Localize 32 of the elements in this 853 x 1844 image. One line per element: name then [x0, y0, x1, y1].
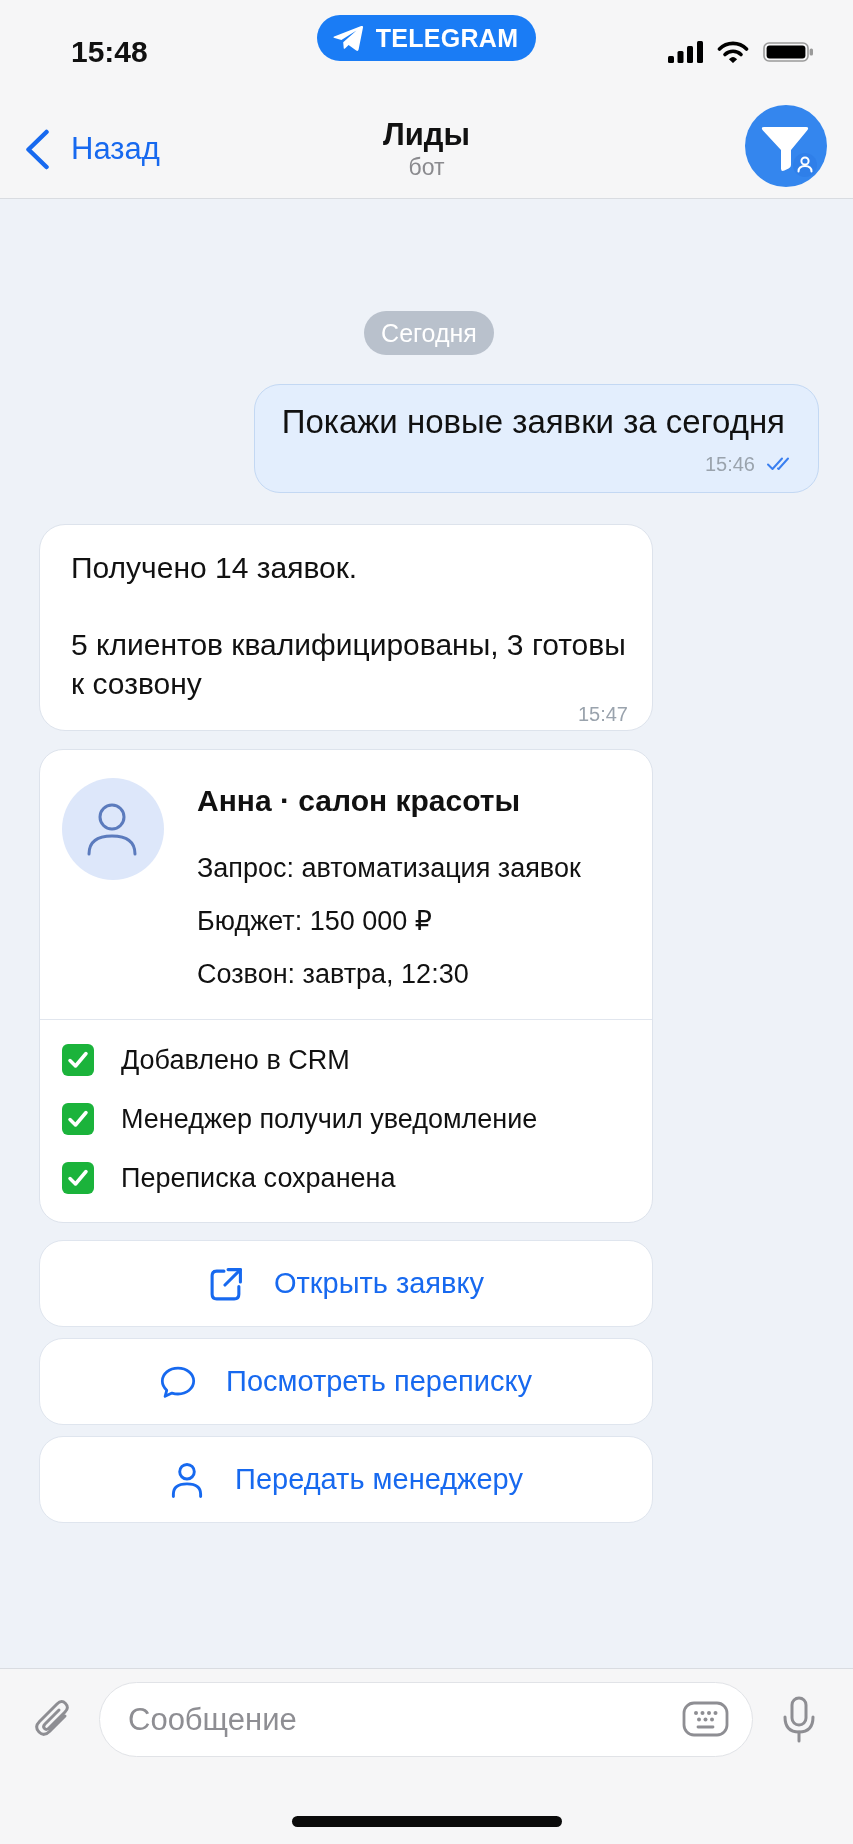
date-separator: Сегодня [364, 311, 494, 355]
lead-detail: Созвон: завтра, 12:30 [197, 958, 470, 991]
microphone-icon[interactable] [781, 1696, 817, 1743]
message-time: 15:47 [577, 703, 628, 725]
funnel-avatar-icon[interactable] [745, 105, 827, 187]
signal-icon [668, 41, 703, 63]
action-button[interactable]: Посмотреть переписку [39, 1338, 653, 1425]
wifi-icon [717, 41, 749, 63]
checklist-label: Добавлено в CRM [121, 1044, 350, 1077]
action-button[interactable]: Открыть заявку [39, 1240, 653, 1327]
back-button[interactable]: Назад [24, 128, 160, 170]
checklist-label: Менеджер получил уведомление [121, 1103, 538, 1136]
action-button[interactable]: Передать менеджеру [39, 1436, 653, 1523]
keyboard-icon[interactable] [682, 1701, 729, 1737]
paper-plane-icon [332, 24, 364, 52]
lead-name: Анна · салон красоты [197, 783, 522, 819]
status-time: 15:48 [71, 37, 148, 67]
message-text: Получено 14 заявок. [71, 550, 359, 586]
message-text: Покажи новые заявки за сегодня [281, 402, 785, 442]
chevron-left-icon [24, 128, 50, 170]
person-avatar-icon [62, 778, 164, 880]
message-text: 5 клиентов квалифицированы, 3 готовы к созвону [71, 627, 627, 702]
checklist-label: Переписка сохранена [121, 1162, 396, 1195]
lead-detail: Бюджет: 150 000 ₽ [197, 905, 433, 938]
app-return-pill[interactable]: TELEGRAM [316, 15, 537, 61]
battery-icon [763, 42, 814, 62]
lead-detail: Запрос: автоматизация заявок [197, 852, 581, 885]
chat-subtitle: бот [408, 153, 445, 181]
external-link-icon [208, 1265, 244, 1302]
chat-title: Лиды [383, 117, 470, 153]
message-input[interactable]: Сообщение [99, 1682, 753, 1757]
message-time: 15:46 [704, 452, 755, 477]
